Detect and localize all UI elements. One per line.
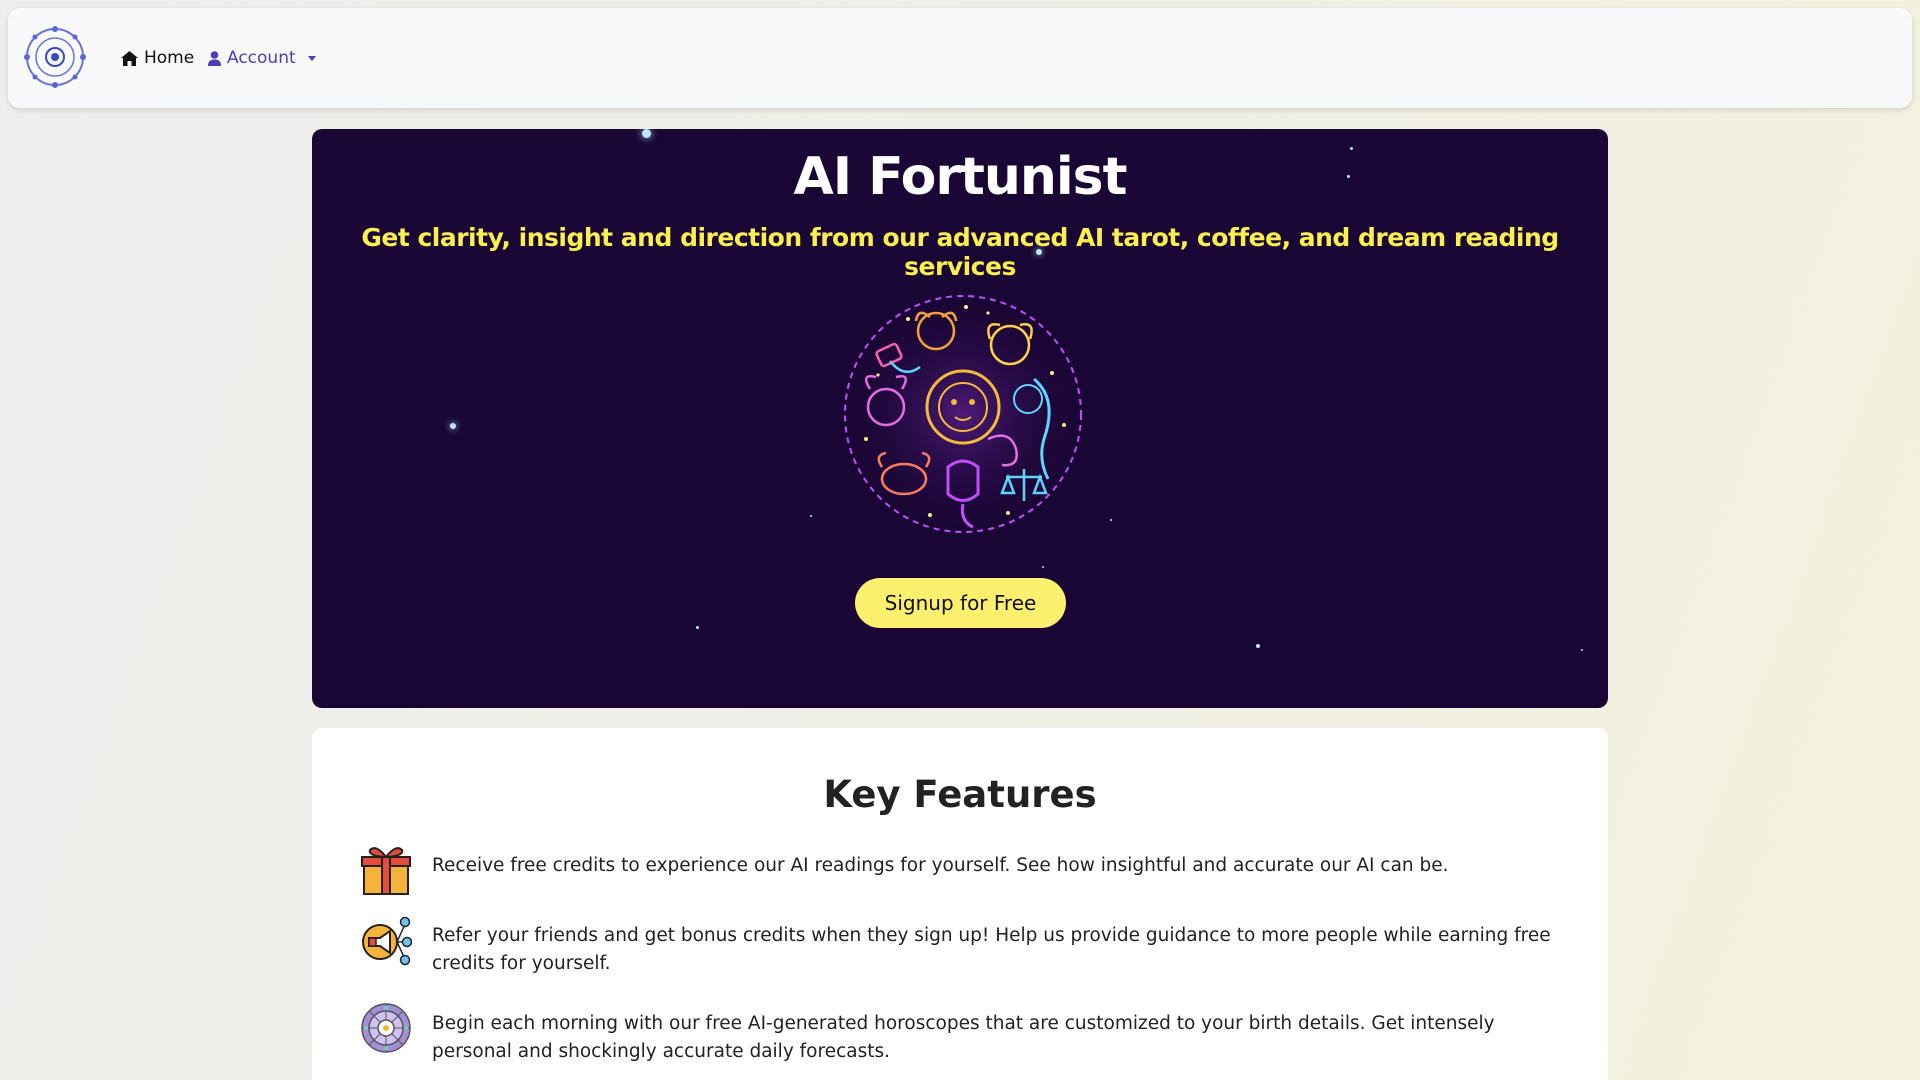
- hero-banner: AI Fortunist Get clarity, insight and di…: [312, 129, 1608, 708]
- star-decoration: [696, 626, 699, 629]
- feature-text: Receive free credits to experience our A…: [432, 855, 1449, 876]
- star-decoration: [1042, 566, 1044, 568]
- gift-icon: [361, 847, 411, 895]
- page-title: AI Fortunist: [793, 147, 1127, 207]
- feature-item: Refer your friends and get bonus credits…: [360, 914, 1580, 978]
- nav-account-label: Account: [227, 48, 296, 68]
- nav-home-label: Home: [144, 48, 195, 68]
- star-decoration: [810, 515, 812, 517]
- features-heading: Key Features: [823, 773, 1097, 816]
- chevron-down-icon: [307, 55, 316, 61]
- signup-button[interactable]: Signup for Free: [855, 578, 1066, 628]
- nav-account-dropdown[interactable]: Account: [208, 46, 316, 70]
- feature-item: Receive free credits to experience our A…: [360, 844, 1580, 896]
- neon-zodiac-circle-illustration: [841, 292, 1085, 536]
- star-decoration: [642, 129, 651, 138]
- star-decoration: [1581, 649, 1583, 651]
- top-navbar: Home Account: [8, 8, 1912, 108]
- hero-subtitle: Get clarity, insight and direction from …: [361, 223, 1559, 281]
- user-icon: [208, 50, 221, 66]
- zodiac-wheel-logo-icon[interactable]: [24, 26, 86, 88]
- horoscope-wheel-icon: [361, 1003, 411, 1053]
- star-decoration: [1110, 519, 1112, 521]
- star-decoration: [450, 423, 456, 429]
- star-decoration: [1256, 644, 1260, 648]
- home-icon: [121, 50, 138, 66]
- feature-text: Begin each morning with our free AI-gene…: [432, 1013, 1495, 1062]
- feature-text: Refer your friends and get bonus credits…: [432, 925, 1551, 974]
- key-features-card: Key Features Receive free credits to exp…: [312, 728, 1608, 1080]
- nav-home-link[interactable]: Home: [121, 46, 194, 70]
- feature-item: Begin each morning with our free AI-gene…: [360, 1002, 1580, 1066]
- megaphone-share-icon: [362, 916, 412, 966]
